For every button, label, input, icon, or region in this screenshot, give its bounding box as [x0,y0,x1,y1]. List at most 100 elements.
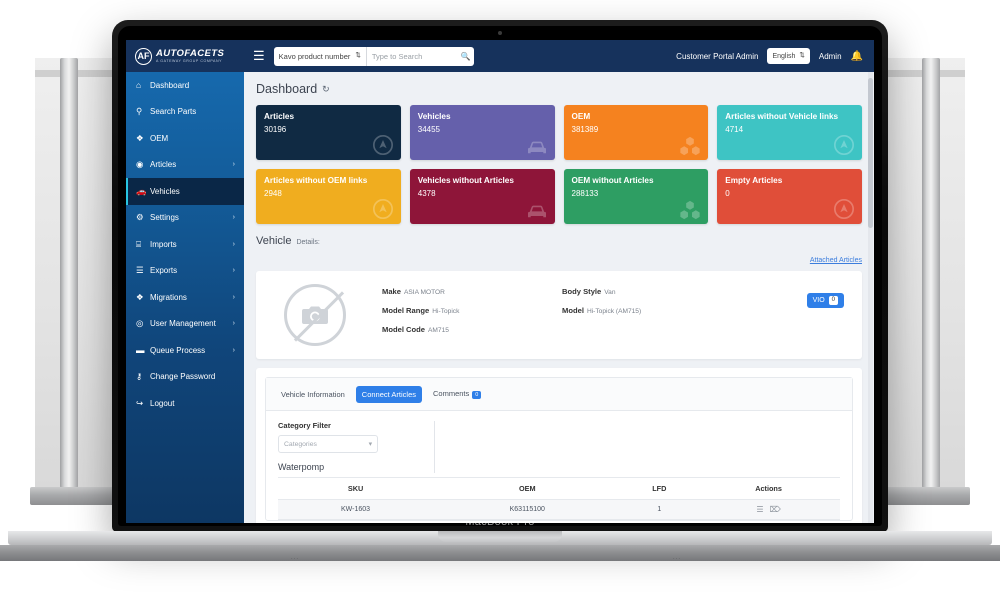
bell-icon[interactable]: 🔔 [851,51,863,62]
hamburger-icon[interactable]: ☰ [244,48,274,64]
attached-articles-link[interactable]: Attached Articles [810,257,862,264]
search-input[interactable] [371,51,456,61]
sidebar-item-logout[interactable]: ↪ Logout [126,390,244,417]
tab-label: Vehicle Information [281,389,345,399]
vehicle-heading-text: Vehicle [256,235,292,247]
account-label: Customer Portal Admin [676,51,759,61]
sidebar-item-label: Exports [150,266,178,276]
vio-button[interactable]: VIO 0 [806,293,844,308]
tabs-card: Vehicle Information Connect Articles Comme… [265,377,853,521]
sidebar-item-dashboard[interactable]: ⌂ Dashboard [126,72,244,99]
sidebar-item-exports[interactable]: ☰ Exports › [126,258,244,285]
sidebar-item-vehicles[interactable]: 🚗 Vehicles [126,178,244,205]
stat-card-vehicles-without-articles[interactable]: Vehicles without Articles 4378 [409,169,555,224]
articles-icon [833,198,855,220]
tab-comments[interactable]: Comments 0 [427,385,487,403]
cell-sku: KW-1603 [278,499,434,520]
vehicle-spec-row: Model Range Hi-Topick [382,306,562,315]
search-input-wrap [367,51,461,61]
table-row[interactable]: KW-1603 K63115100 1 ☰ ⌦ [278,499,840,520]
sidebar-item-queue-process[interactable]: ▬ Queue Process › [126,337,244,364]
stat-card-value: 2948 [264,189,282,199]
chevron-right-icon: › [232,240,235,248]
stat-card-oem-without-articles[interactable]: OEM without Articles 288133 [563,169,709,224]
sidebar-item-label: Queue Process [150,345,206,355]
vehicle-section-heading: Vehicle Details: [256,235,862,247]
stat-card-value: 4378 [417,189,436,199]
circle-icon: ◉ [136,159,144,170]
table-header-row: SKU OEM LFD Actions [278,477,840,500]
vehicle-spec-columns: Make ASIA MOTOR Model Range Hi-Topick Model … [382,287,848,344]
stat-card-value: 4714 [725,125,744,135]
sidebar-item-change-password[interactable]: ⚷ Change Password [126,364,244,391]
stat-card-articles-without-oem-links[interactable]: Articles without OEM links 2948 [256,169,401,224]
search-icon[interactable]: 🔍 [461,52,474,61]
spec-value: ASIA MOTOR [404,288,445,296]
vehicle-specs-left: Make ASIA MOTOR Model Range Hi-Topick Model … [382,287,562,344]
refresh-icon[interactable]: ↻ [322,84,330,95]
search-icon: ⚲ [136,106,143,117]
tab-body: Category Filter Categories ▾ Waterpomp S… [266,411,852,520]
sidebar-item-oem[interactable]: ❖ OEM [126,125,244,152]
chevron-right-icon: › [232,293,235,301]
sidebar-item-user-management[interactable]: ◎ User Management › [126,311,244,338]
gear-icon: ⚙ [136,212,144,223]
topbar-right-group: Customer Portal Admin English ⇅ Admin 🔔 [676,48,874,64]
laptop-mockup: MacBook Pro AF AUTOFACETS A GATEWAY GROU… [0,0,1000,600]
boxes-icon: ❖ [136,291,144,302]
boxes-icon [679,200,701,220]
sidebar-item-label: Dashboard [150,80,190,90]
logout-icon: ↪ [136,397,144,408]
vehicle-spec-row: Make ASIA MOTOR [382,287,562,296]
sidebar-item-label: Migrations [150,292,187,302]
user-menu-label[interactable]: Admin [819,52,842,61]
sidebar-item-search-parts[interactable]: ⚲ Search Parts [126,99,244,126]
vertical-scrollbar[interactable] [868,72,873,523]
sidebar-item-imports[interactable]: ⌸ Imports › [126,231,244,258]
stat-card-articles-without-vehicle-links[interactable]: Articles without Vehicle links 4714 [717,105,862,160]
scrollbar-thumb[interactable] [868,78,873,228]
table-column-header: LFD [621,477,698,500]
user-icon: ◎ [136,318,144,329]
table-column-header: OEM [433,477,622,500]
search-scope-select[interactable]: Kavo product number ⇅ [274,46,367,66]
vehicle-spec-row: Body Style Van [562,287,641,296]
boxes-icon [679,136,701,156]
logo-name: AUTOFACETS [156,47,225,59]
stat-card-empty-articles[interactable]: Empty Articles 0 [717,169,862,224]
chevron-right-icon: › [232,320,235,328]
brand-logo[interactable]: AF AUTOFACETS A GATEWAY GROUP COMPANY [126,47,244,65]
tab-bar: Vehicle Information Connect Articles Comme… [266,378,852,411]
laptop-base-front [0,545,1000,561]
tab-badge: 0 [472,391,482,399]
car-icon: 🚗 [136,185,147,196]
updown-icon: ⇅ [355,52,361,60]
spec-label: Body Style [562,286,602,296]
tab-connect-articles[interactable]: Connect Articles [355,385,422,403]
category-filter-select[interactable]: Categories ▾ [278,435,378,453]
sidebar-item-migrations[interactable]: ❖ Migrations › [126,284,244,311]
sidebar-item-label: Search Parts [150,107,197,117]
sidebar-item-label: Logout [150,398,175,408]
stat-card-label: Articles without Vehicle links [725,112,839,121]
sidebar-item-articles[interactable]: ◉ Articles › [126,152,244,179]
stat-card-oem[interactable]: OEM 381389 [563,105,709,160]
spec-value: AM715 [428,326,449,334]
spec-label: Model Code [382,324,426,334]
car-icon [526,138,548,156]
vio-badge: 0 [828,296,838,305]
stat-card-label: Empty Articles [725,176,783,185]
stat-card-label: Articles [264,112,295,121]
sidebar: ⌂ Dashboard ⚲ Search Parts ❖ OEM ◉ Articles › 🚗 Ve… [126,72,244,523]
category-filter-value: Categories [284,440,317,448]
trash-icon[interactable]: ⌦ [770,505,781,514]
list-icon[interactable]: ☰ [756,505,763,514]
stat-card-articles[interactable]: Articles 30196 [256,105,401,160]
articles-icon [372,134,394,156]
vehicle-subheading-text: Details: [296,239,320,246]
tab-vehicle-information[interactable]: Vehicle Information [275,386,351,403]
sidebar-item-label: OEM [150,133,169,143]
language-select[interactable]: English ⇅ [767,48,810,64]
stat-card-vehicles[interactable]: Vehicles 34455 [409,105,555,160]
sidebar-item-settings[interactable]: ⚙ Settings › [126,205,244,232]
